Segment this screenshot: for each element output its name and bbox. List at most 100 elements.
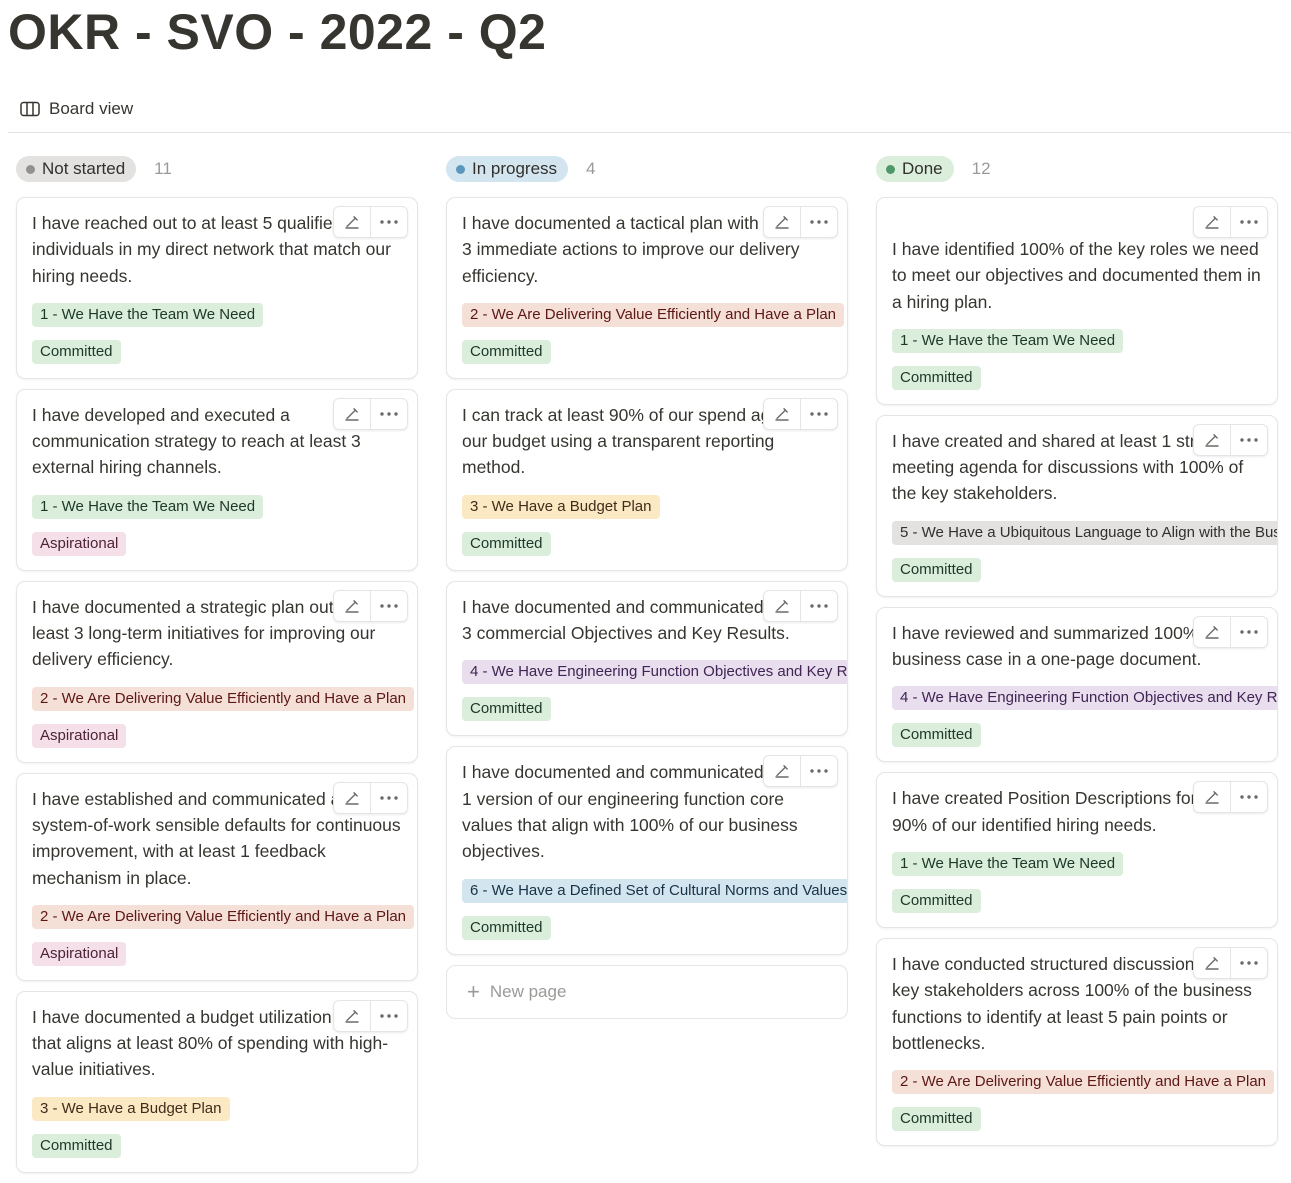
edit-button[interactable] bbox=[764, 207, 800, 237]
objective-tag-row: 1 - We Have the Team We Need bbox=[32, 302, 417, 327]
commitment-tag-row: Committed bbox=[462, 339, 847, 364]
okr-card[interactable]: I have created Position Descriptions for… bbox=[876, 772, 1278, 928]
objective-tag: 3 - We Have a Budget Plan bbox=[462, 494, 660, 519]
more-options-button[interactable] bbox=[370, 398, 407, 429]
edit-icon bbox=[1205, 625, 1219, 639]
objective-tag-row: 2 - We Are Delivering Value Efficiently … bbox=[32, 904, 417, 929]
okr-card[interactable]: I have created and shared at least 1 str… bbox=[876, 414, 1278, 597]
more-icon bbox=[1240, 220, 1258, 224]
edit-icon bbox=[775, 216, 789, 229]
edit-button[interactable] bbox=[764, 756, 800, 786]
objective-tag: 2 - We Are Delivering Value Efficiently … bbox=[32, 686, 415, 711]
column-header: Not started 11 bbox=[16, 155, 418, 183]
view-bar: Board view bbox=[8, 92, 1291, 133]
more-options-button[interactable] bbox=[800, 398, 837, 429]
okr-card[interactable]: I have established and communicated at l… bbox=[16, 772, 418, 981]
commitment-tag: Committed bbox=[892, 1107, 981, 1132]
more-options-button[interactable] bbox=[800, 207, 837, 237]
more-options-button[interactable] bbox=[800, 590, 837, 621]
commitment-tag-row: Committed bbox=[462, 915, 847, 940]
edit-button[interactable] bbox=[1194, 617, 1230, 647]
commitment-tag-row: Committed bbox=[892, 1107, 1277, 1132]
edit-icon bbox=[1205, 216, 1219, 229]
more-icon bbox=[810, 604, 828, 608]
status-pill[interactable]: Done bbox=[876, 156, 954, 182]
card-actions bbox=[763, 589, 838, 622]
new-page-button[interactable]: + New page bbox=[446, 964, 848, 1019]
card-actions bbox=[763, 206, 838, 238]
more-options-button[interactable] bbox=[800, 756, 837, 787]
edit-button[interactable] bbox=[1194, 425, 1230, 455]
card-actions bbox=[1193, 206, 1268, 238]
edit-icon bbox=[345, 1009, 359, 1023]
objective-tag: 4 - We Have Engineering Function Objecti… bbox=[892, 686, 1277, 711]
objective-tag: 1 - We Have the Team We Need bbox=[32, 494, 264, 519]
column-count: 11 bbox=[154, 159, 172, 178]
commitment-tag: Aspirational bbox=[32, 941, 127, 966]
more-options-button[interactable] bbox=[1230, 782, 1267, 813]
commitment-tag: Committed bbox=[32, 339, 121, 364]
status-pill[interactable]: In progress bbox=[446, 156, 569, 182]
commitment-tag-row: Committed bbox=[32, 1133, 417, 1158]
edit-button[interactable] bbox=[1194, 207, 1230, 237]
edit-button[interactable] bbox=[1194, 948, 1230, 978]
commitment-tag-row: Aspirational bbox=[32, 723, 417, 748]
more-options-button[interactable] bbox=[1230, 424, 1267, 455]
commitment-tag: Aspirational bbox=[32, 723, 127, 748]
okr-card[interactable]: I have identified 100% of the key roles … bbox=[876, 197, 1278, 405]
objective-tag-row: 2 - We Are Delivering Value Efficiently … bbox=[32, 686, 417, 711]
edit-button[interactable] bbox=[334, 591, 370, 621]
okr-card[interactable]: I have documented and communicated at le… bbox=[446, 580, 848, 737]
more-icon bbox=[810, 412, 828, 416]
more-options-button[interactable] bbox=[370, 782, 407, 813]
okr-card[interactable]: I have reviewed and summarized 100% of t… bbox=[876, 606, 1278, 763]
commitment-tag-row: Committed bbox=[32, 339, 417, 364]
edit-button[interactable] bbox=[334, 207, 370, 237]
commitment-tag-row: Committed bbox=[892, 557, 1277, 582]
commitment-tag: Committed bbox=[462, 915, 551, 940]
page-title: OKR - SVO - 2022 - Q2 bbox=[8, 4, 547, 60]
okr-card[interactable]: I have conducted structured discussions … bbox=[876, 937, 1278, 1147]
commitment-tag-row: Committed bbox=[892, 365, 1277, 390]
okr-card[interactable]: I have documented a strategic plan outli… bbox=[16, 580, 418, 763]
card-title[interactable]: I have identified 100% of the key roles … bbox=[892, 236, 1277, 315]
okr-card[interactable]: I have documented a tactical plan with a… bbox=[446, 197, 848, 379]
more-icon bbox=[1240, 630, 1258, 634]
commitment-tag: Committed bbox=[892, 557, 981, 582]
objective-tag-row: 5 - We Have a Ubiquitous Language to Ali… bbox=[892, 520, 1277, 545]
board-view-icon bbox=[20, 101, 40, 117]
commitment-tag: Committed bbox=[32, 1133, 121, 1158]
more-options-button[interactable] bbox=[1230, 616, 1267, 647]
edit-button[interactable] bbox=[1194, 782, 1230, 812]
column-header: In progress 4 bbox=[446, 155, 848, 183]
status-pill[interactable]: Not started bbox=[16, 156, 137, 182]
okr-card[interactable]: I have reached out to at least 5 qualifi… bbox=[16, 197, 418, 379]
more-icon bbox=[380, 795, 398, 800]
objective-tag-row: 1 - We Have the Team We Need bbox=[892, 851, 1277, 876]
more-options-button[interactable] bbox=[370, 207, 407, 237]
okr-card[interactable]: I have documented a budget utilization p… bbox=[16, 990, 418, 1173]
more-icon bbox=[1240, 795, 1258, 800]
board-column-not-started: Not started 11 I have reached out to at le… bbox=[16, 155, 418, 1183]
okr-card[interactable]: I can track at least 90% of our spend ag… bbox=[446, 388, 848, 571]
edit-button[interactable] bbox=[334, 399, 370, 429]
okr-card[interactable]: I have developed and executed a communic… bbox=[16, 388, 418, 571]
more-options-button[interactable] bbox=[370, 1000, 407, 1031]
edit-button[interactable] bbox=[334, 783, 370, 813]
tab-board-view[interactable]: Board view bbox=[20, 98, 133, 120]
commitment-tag-row: Aspirational bbox=[32, 941, 417, 966]
more-options-button[interactable] bbox=[1230, 207, 1267, 237]
more-icon bbox=[380, 1014, 398, 1018]
edit-button[interactable] bbox=[764, 399, 800, 429]
card-actions bbox=[1193, 423, 1268, 456]
edit-button[interactable] bbox=[764, 591, 800, 621]
edit-icon bbox=[1205, 433, 1219, 447]
more-options-button[interactable] bbox=[1230, 947, 1267, 978]
more-options-button[interactable] bbox=[370, 590, 407, 621]
okr-card[interactable]: I have documented and communicated at le… bbox=[446, 746, 848, 955]
commitment-tag-row: Committed bbox=[892, 888, 1277, 913]
commitment-tag: Aspirational bbox=[32, 531, 127, 556]
edit-button[interactable] bbox=[334, 1001, 370, 1031]
objective-tag-row: 2 - We Are Delivering Value Efficiently … bbox=[462, 302, 847, 327]
objective-tag: 4 - We Have Engineering Function Objecti… bbox=[462, 660, 847, 685]
